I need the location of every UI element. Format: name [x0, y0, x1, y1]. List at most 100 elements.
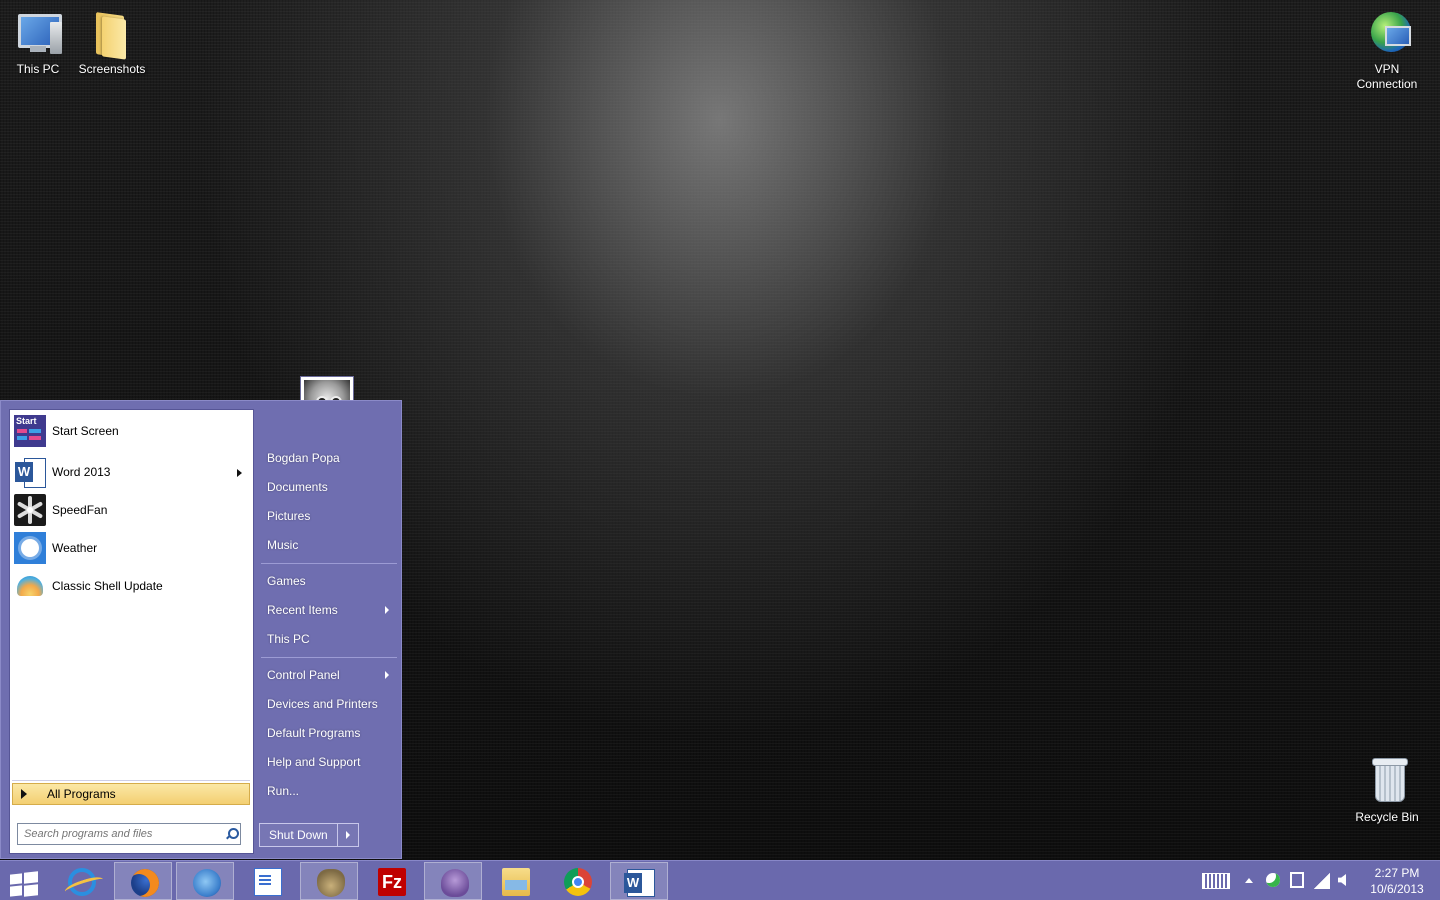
document-icon	[254, 868, 282, 896]
filezilla-icon: Fz	[378, 868, 406, 896]
taskbar-filezilla[interactable]: Fz	[362, 862, 420, 900]
taskbar-firefox[interactable]	[114, 862, 172, 900]
recycle-bin-icon	[1363, 756, 1411, 806]
internet-explorer-icon	[68, 868, 96, 896]
classic-shell-icon	[14, 570, 46, 602]
menu-item-label: Documents	[267, 480, 328, 494]
menu-item-label: Run...	[267, 784, 300, 798]
taskbar-word[interactable]	[610, 862, 668, 900]
desktop-icon-label: This PC	[16, 62, 60, 76]
expand-triangle-icon	[21, 789, 27, 799]
computer-icon	[14, 8, 62, 58]
network-globe-icon	[1363, 8, 1411, 58]
taskbar-internet-explorer[interactable]	[52, 862, 110, 900]
program-speedfan[interactable]: SpeedFan	[14, 493, 250, 527]
start-button[interactable]	[0, 862, 48, 900]
thunderbird-icon	[193, 869, 221, 897]
chrome-icon	[564, 868, 592, 896]
menu-item-help-and-support[interactable]: Help and Support	[259, 750, 397, 774]
menu-item-games[interactable]: Games	[259, 569, 397, 593]
windows-logo-icon	[10, 871, 38, 897]
program-start-screen[interactable]: Start Start Screen	[14, 414, 250, 448]
taskbar-chrome[interactable]	[548, 862, 606, 900]
system-clock[interactable]: 2:27 PM 10/6/2013	[1362, 865, 1432, 897]
menu-item-default-programs[interactable]: Default Programs	[259, 721, 397, 745]
folder-icon	[88, 8, 136, 60]
desktop-icon-label: Recycle Bin	[1355, 810, 1419, 824]
taskbar-gimp[interactable]	[300, 862, 358, 900]
menu-item-devices-and-printers[interactable]: Devices and Printers	[259, 692, 397, 716]
program-label: Classic Shell Update	[52, 579, 163, 593]
program-label: Word 2013	[52, 465, 111, 479]
search-icon[interactable]	[222, 825, 240, 843]
signal-strength-icon[interactable]	[1314, 873, 1330, 889]
menu-item-label: Devices and Printers	[267, 697, 378, 711]
submenu-arrow-icon	[385, 606, 389, 614]
menu-item-label: Default Programs	[267, 726, 361, 740]
separator	[261, 563, 397, 564]
file-explorer-icon	[502, 868, 530, 896]
menu-item-label: Pictures	[267, 509, 311, 523]
program-label: SpeedFan	[52, 503, 108, 517]
shutdown-button[interactable]: Shut Down	[260, 828, 337, 842]
submenu-arrow-icon	[385, 671, 389, 679]
all-programs-label: All Programs	[47, 787, 116, 801]
menu-item-label: Recent Items	[267, 603, 338, 617]
program-label: Start Screen	[52, 424, 119, 438]
gimp-icon	[317, 869, 345, 897]
desktop-icon-screenshots[interactable]: Screenshots	[74, 8, 150, 77]
firefox-icon	[131, 869, 159, 897]
separator	[261, 657, 397, 658]
show-hidden-icons-chevron-icon[interactable]	[1245, 878, 1253, 883]
touch-keyboard-icon[interactable]	[1202, 873, 1230, 889]
speedfan-icon	[14, 494, 46, 526]
network-icon[interactable]	[1290, 872, 1304, 888]
submenu-arrow-icon	[237, 469, 242, 477]
taskbar-thunderbird[interactable]	[176, 862, 234, 900]
desktop-icon-label: VPN	[1374, 62, 1400, 76]
start-menu-programs-pane: Start Start Screen W Word 2013 SpeedFan …	[9, 409, 254, 854]
clock-time: 2:27 PM	[1374, 866, 1420, 880]
menu-item-music[interactable]: Music	[259, 533, 397, 557]
menu-item-user[interactable]: Bogdan Popa	[259, 446, 397, 470]
menu-item-control-panel[interactable]: Control Panel	[259, 663, 397, 687]
shutdown-button-group: Shut Down	[259, 823, 359, 847]
menu-item-label: Music	[267, 538, 299, 552]
shutdown-options-button[interactable]	[337, 824, 358, 846]
taskbar-file-explorer[interactable]	[486, 862, 544, 900]
separator	[12, 780, 250, 781]
weather-icon	[14, 532, 46, 564]
word-icon	[624, 869, 655, 897]
desktop-icon-label: Screenshots	[78, 62, 146, 76]
start-screen-icon: Start	[14, 415, 46, 447]
taskbar-document[interactable]	[238, 862, 296, 900]
security-shield-icon[interactable]	[1266, 873, 1280, 887]
pidgin-icon	[441, 869, 469, 897]
desktop-icon-label-line2: Connection	[1356, 77, 1418, 91]
search-box	[17, 823, 241, 845]
start-menu: Start Start Screen W Word 2013 SpeedFan …	[0, 400, 402, 859]
menu-item-documents[interactable]: Documents	[259, 475, 397, 499]
chevron-right-icon	[346, 831, 350, 839]
desktop-icon-recycle-bin[interactable]: Recycle Bin	[1349, 756, 1425, 825]
menu-item-label: Help and Support	[267, 755, 361, 769]
menu-item-run[interactable]: Run...	[259, 779, 397, 803]
menu-item-recent-items[interactable]: Recent Items	[259, 598, 397, 622]
menu-item-label: Games	[267, 574, 306, 588]
menu-item-label: Control Panel	[267, 668, 340, 682]
program-word-2013[interactable]: W Word 2013	[14, 455, 250, 489]
volume-speaker-icon[interactable]	[1338, 874, 1346, 886]
taskbar-pidgin[interactable]	[424, 862, 482, 900]
search-input[interactable]	[18, 825, 222, 843]
desktop-icon-this-pc[interactable]: This PC	[0, 8, 76, 77]
menu-item-label: Bogdan Popa	[267, 451, 340, 465]
all-programs-button[interactable]: All Programs	[12, 783, 250, 805]
menu-item-this-pc[interactable]: This PC	[259, 627, 397, 651]
program-classic-shell-update[interactable]: Classic Shell Update	[14, 569, 250, 603]
menu-item-pictures[interactable]: Pictures	[259, 504, 397, 528]
taskbar: Fz 2:27 PM 10/6/2013	[0, 860, 1440, 900]
word-icon: W	[14, 456, 46, 488]
program-label: Weather	[52, 541, 98, 555]
program-weather[interactable]: Weather	[14, 531, 250, 565]
desktop-icon-vpn-connection[interactable]: VPN Connection	[1349, 8, 1425, 92]
